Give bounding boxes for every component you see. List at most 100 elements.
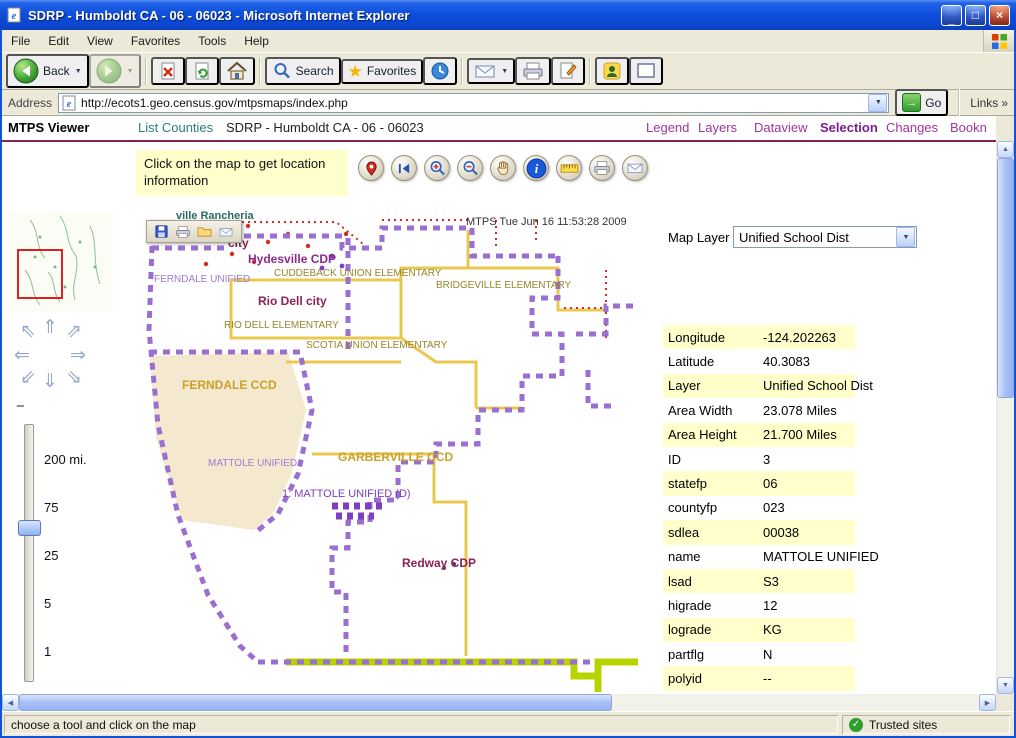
page-ie-icon: e [62,95,76,111]
links-menu[interactable]: Links » [970,96,1008,110]
toolbar-separator [589,57,591,85]
map-export-toolbar [146,220,242,243]
map-label-mattole-unified: MATTOLE UNIFIED [208,458,297,469]
zoom-scale-1: 1 [44,644,51,659]
zoom-scale-200: 200 mi. [44,452,87,467]
print-map-button[interactable] [175,225,191,239]
horizontal-scrollbar[interactable]: ◀ ▶ [2,694,996,711]
measure-tool[interactable] [556,155,582,181]
nav-legend[interactable]: Legend [646,120,689,135]
maximize-button[interactable]: □ [965,5,986,26]
pan-tool[interactable] [490,155,516,181]
identify-tool[interactable]: i [523,155,549,181]
scroll-left-button[interactable]: ◀ [2,694,19,711]
back-dropdown-icon[interactable]: ▼ [75,68,82,75]
go-button[interactable]: → Go [895,89,948,116]
select-dropdown-button[interactable]: ▼ [896,227,915,247]
back-button[interactable]: Back ▼ [6,54,89,88]
address-url[interactable]: http://ecots1.geo.census.gov/mtpsmaps/in… [81,96,863,110]
nav-changes[interactable]: Changes [886,120,938,135]
map-layer-value: Unified School Dist [734,230,896,245]
menu-file[interactable]: File [2,32,39,50]
nav-bookmarks[interactable]: Bookn [950,120,987,135]
overview-map[interactable] [10,212,113,312]
pan-north-arrow[interactable]: ⇑ [42,318,58,337]
scroll-right-button[interactable]: ▶ [979,694,996,711]
export-map-tool[interactable] [622,155,648,181]
close-button[interactable]: × [989,5,1010,26]
menu-favorites[interactable]: Favorites [122,32,189,50]
refresh-button[interactable] [185,57,219,85]
zoom-scale-75: 75 [44,500,58,515]
app-title: MTPS Viewer [8,120,89,135]
discuss-button[interactable] [629,57,663,85]
map-label-selection: 1: MATTOLE UNIFIED (D) [282,488,411,500]
zone-label: Trusted sites [869,718,937,732]
vertical-scrollbar[interactable]: ▲ ▼ [997,141,1014,694]
scrollbar-corner [997,694,1014,711]
favorites-button[interactable]: ★ Favorites [341,59,424,84]
windows-logo-icon [983,30,1014,52]
email-map-button[interactable] [218,226,234,238]
window-ie-icon: e [6,7,22,23]
hand-icon [496,160,510,176]
list-counties-link[interactable]: List Counties [138,120,213,135]
address-input[interactable]: e http://ecots1.geo.census.gov/mtpsmaps/… [58,93,889,113]
locate-tool[interactable] [358,155,384,181]
nav-dataview[interactable]: Dataview [754,120,807,135]
folder-icon [197,225,212,238]
nav-layers[interactable]: Layers [698,120,737,135]
save-map-button[interactable] [154,224,169,239]
edit-button[interactable] [551,57,585,85]
map-viewport[interactable]: ville Rancheria city Hydesville CDP CUDD… [136,210,638,692]
menu-help[interactable]: Help [235,32,278,50]
pan-southwest-arrow[interactable]: ⇙ [20,368,36,387]
print-icon [522,61,544,81]
menu-view[interactable]: View [78,32,122,50]
window-border [0,30,2,738]
forward-icon [96,58,122,84]
pan-south-arrow[interactable]: ⇓ [42,372,58,391]
pan-northeast-arrow[interactable]: ⇗ [66,322,82,341]
menu-tools[interactable]: Tools [189,32,235,50]
menu-edit[interactable]: Edit [39,32,78,50]
home-button[interactable] [219,57,255,85]
messenger-button[interactable] [595,57,629,85]
pan-east-arrow[interactable]: ⇒ [70,346,86,365]
zoom-slider-thumb[interactable] [18,520,41,536]
stop-button[interactable] [151,57,185,85]
print-button[interactable] [515,57,551,85]
zoom-minus-label: − [16,398,25,415]
chevron-down-icon: ▼ [875,99,882,106]
mail-button[interactable]: ▼ [467,58,515,84]
previous-extent-tool[interactable] [391,155,417,181]
envelope-icon [626,161,644,175]
table-row: statefp06 [663,471,855,495]
map-layer-select[interactable]: Unified School Dist ▼ [733,226,917,248]
pan-west-arrow[interactable]: ⇐ [14,346,30,365]
zoom-in-tool[interactable] [424,155,450,181]
forward-button[interactable]: ▼ [89,54,141,88]
window-title: SDRP - Humboldt CA - 06 - 06023 - Micros… [28,8,938,23]
open-map-button[interactable] [197,225,212,238]
horizontal-scrollbar-thumb[interactable] [19,694,612,711]
pan-northwest-arrow[interactable]: ⇖ [20,322,36,341]
address-dropdown-button[interactable]: ▼ [868,94,887,112]
mail-dropdown-icon[interactable]: ▼ [501,68,508,75]
scroll-up-button[interactable]: ▲ [997,141,1014,158]
history-button[interactable] [423,57,457,85]
zoom-slider-track[interactable] [24,424,34,682]
highlight-line-green [286,662,638,692]
nav-selection[interactable]: Selection [820,120,878,135]
messenger-icon [602,61,622,81]
map-label-rio-dell-city: Rio Dell city [258,294,327,308]
zoom-out-tool[interactable] [457,155,483,181]
forward-dropdown-icon: ▼ [127,68,134,75]
pan-southeast-arrow[interactable]: ⇘ [66,368,82,387]
print-map-tool[interactable] [589,155,615,181]
map-timestamp: MTPS Tue Jun 16 11:53:28 2009 [466,216,627,228]
search-button[interactable]: Search [265,57,341,85]
scroll-down-button[interactable]: ▼ [997,677,1014,694]
vertical-scrollbar-thumb[interactable] [997,158,1014,398]
minimize-button[interactable]: _ [941,5,962,26]
